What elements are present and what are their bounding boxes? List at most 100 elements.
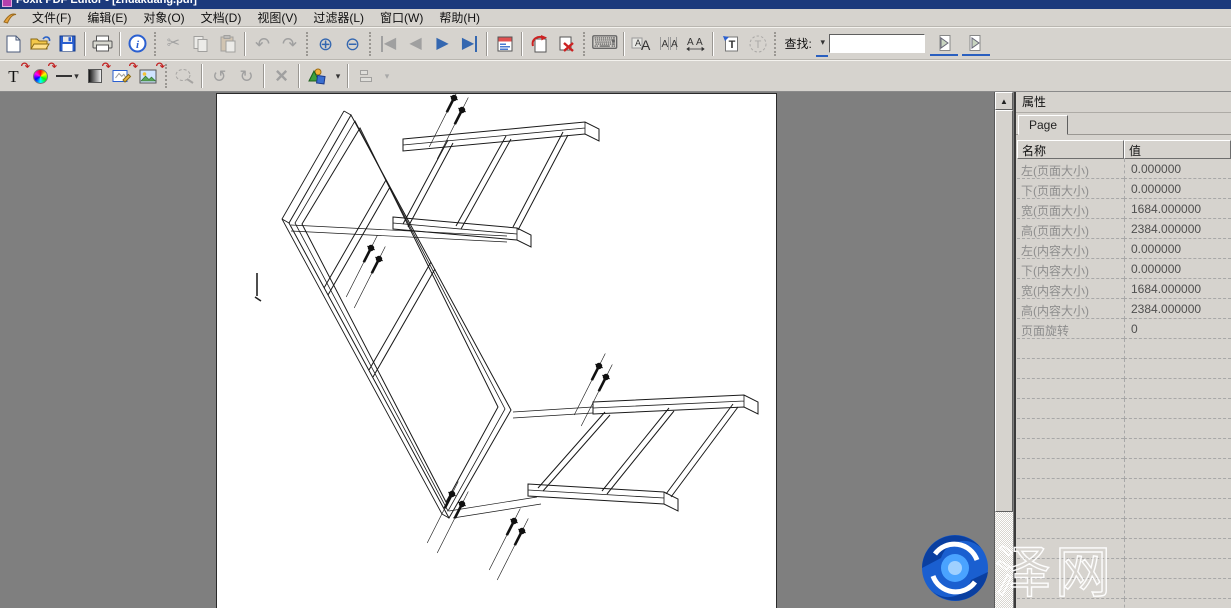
toolbar-separator bbox=[201, 64, 203, 88]
transform-tool-button[interactable] bbox=[172, 63, 197, 89]
tab-page[interactable]: Page bbox=[1018, 115, 1068, 135]
red-arrow-icon: ↷ bbox=[156, 60, 165, 73]
scrollbar-thumb[interactable] bbox=[995, 110, 1013, 512]
shapes-icon bbox=[307, 67, 327, 85]
edit-image-tool-button[interactable]: ↷ bbox=[109, 63, 134, 89]
shapes-dropdown-button[interactable]: ▾ bbox=[331, 63, 343, 89]
color-tool-button[interactable]: ↷ bbox=[28, 63, 53, 89]
next-page-button[interactable]: ▶ bbox=[430, 31, 455, 57]
menu-object[interactable]: 对象(O) bbox=[135, 8, 192, 27]
svg-text:T: T bbox=[755, 39, 762, 51]
property-row[interactable]: 页面旋转0 bbox=[1017, 319, 1231, 339]
scroll-up-button[interactable]: ▲ bbox=[995, 92, 1013, 110]
save-button[interactable] bbox=[55, 31, 80, 57]
font-pair-button[interactable]: AA bbox=[656, 31, 681, 57]
menu-document[interactable]: 文档(D) bbox=[193, 8, 250, 27]
delete-page-button[interactable] bbox=[554, 31, 579, 57]
color-wheel-icon bbox=[33, 69, 48, 84]
property-row[interactable]: 下(内容大小)0.000000 bbox=[1017, 259, 1231, 279]
menu-window[interactable]: 窗口(W) bbox=[372, 8, 431, 27]
panel-title: 属性 bbox=[1016, 92, 1231, 113]
window-icon bbox=[2, 0, 12, 7]
property-row[interactable]: 下(页面大小)0.000000 bbox=[1017, 179, 1231, 199]
paste-button[interactable] bbox=[215, 31, 240, 57]
column-header-name[interactable]: 名称 bbox=[1017, 140, 1124, 159]
find-previous-button[interactable] bbox=[930, 32, 958, 56]
toolbar-grip[interactable] bbox=[154, 32, 157, 56]
pdf-page[interactable] bbox=[216, 93, 777, 608]
zoom-out-icon: ⊖ bbox=[345, 35, 360, 53]
toolbar-grip[interactable] bbox=[165, 64, 168, 88]
menu-filter[interactable]: 过滤器(L) bbox=[305, 8, 372, 27]
dropdown-icon: ▾ bbox=[336, 71, 341, 82]
menu-view[interactable]: 视图(V) bbox=[249, 8, 305, 27]
toolbar-objects: T ↷ ↷ ▾ ↷ ↷ ↷ ↺ ↻ × bbox=[0, 60, 1231, 92]
redo-button[interactable]: ↷ bbox=[277, 31, 302, 57]
toolbar-grip[interactable] bbox=[306, 32, 309, 56]
property-row[interactable]: 高(页面大小)2384.000000 bbox=[1017, 219, 1231, 239]
vertical-scrollbar[interactable]: ▲ bbox=[994, 92, 1013, 608]
shapes-tool-button[interactable] bbox=[304, 63, 329, 89]
align-dropdown-button[interactable]: ▾ bbox=[380, 63, 392, 89]
find-dropdown-button[interactable]: ▾ bbox=[816, 31, 828, 57]
align-tool-button[interactable] bbox=[353, 63, 378, 89]
line-tool-button[interactable]: ▾ bbox=[55, 63, 80, 89]
prev-page-button[interactable]: ◀ bbox=[403, 31, 428, 57]
copy-button[interactable] bbox=[188, 31, 213, 57]
page-layout-button[interactable] bbox=[492, 31, 517, 57]
open-button[interactable] bbox=[28, 31, 53, 57]
property-row[interactable]: 高(内容大小)2384.000000 bbox=[1017, 299, 1231, 319]
image-tool-button[interactable]: ↷ bbox=[136, 63, 161, 89]
new-button[interactable] bbox=[1, 31, 26, 57]
property-row-empty bbox=[1017, 499, 1231, 519]
property-row[interactable]: 宽(页面大小)1684.000000 bbox=[1017, 199, 1231, 219]
menu-bar: 文件(F) 编辑(E) 对象(O) 文档(D) 视图(V) 过滤器(L) 窗口(… bbox=[0, 9, 1231, 27]
cut-button[interactable]: ✂ bbox=[161, 31, 186, 57]
column-header-value[interactable]: 值 bbox=[1124, 140, 1231, 159]
add-text-button[interactable]: T bbox=[718, 31, 743, 57]
document-menu-icon[interactable] bbox=[2, 11, 18, 25]
rotate-left-object-button[interactable]: ↺ bbox=[207, 63, 232, 89]
find-input[interactable] bbox=[829, 34, 925, 53]
shading-tool-button[interactable]: ↷ bbox=[82, 63, 107, 89]
zoom-out-button[interactable]: ⊖ bbox=[340, 31, 365, 57]
document-info-button[interactable]: i bbox=[125, 31, 150, 57]
delete-object-button[interactable]: × bbox=[269, 63, 294, 89]
property-row-empty bbox=[1017, 419, 1231, 439]
property-row[interactable]: 宽(内容大小)1684.000000 bbox=[1017, 279, 1231, 299]
keyboard-icon: ⌨ bbox=[591, 34, 618, 53]
text-tool-button[interactable]: T ↷ bbox=[1, 63, 26, 89]
menu-help[interactable]: 帮助(H) bbox=[431, 8, 488, 27]
svg-text:A: A bbox=[687, 37, 694, 48]
property-row-empty bbox=[1017, 399, 1231, 419]
toolbar-grip[interactable] bbox=[774, 32, 777, 56]
rotate-page-button[interactable] bbox=[527, 31, 552, 57]
print-icon bbox=[92, 35, 113, 52]
last-page-button[interactable]: ▶ bbox=[457, 31, 482, 57]
toolbar-separator bbox=[347, 64, 349, 88]
menu-edit[interactable]: 编辑(E) bbox=[79, 8, 135, 27]
keyboard-button[interactable]: ⌨ bbox=[590, 31, 619, 57]
toolbar-grip[interactable] bbox=[369, 32, 372, 56]
property-row-empty bbox=[1017, 599, 1231, 608]
undo-button[interactable]: ↶ bbox=[250, 31, 275, 57]
delete-object-icon: × bbox=[275, 65, 288, 87]
toolbar-grip[interactable] bbox=[583, 32, 586, 56]
toolbar-separator bbox=[84, 32, 86, 56]
svg-text:A: A bbox=[662, 39, 669, 50]
find-next-button[interactable] bbox=[962, 32, 990, 56]
menu-file[interactable]: 文件(F) bbox=[24, 8, 79, 27]
property-row-empty bbox=[1017, 339, 1231, 359]
rotate-right-object-button[interactable]: ↻ bbox=[234, 63, 259, 89]
first-page-button[interactable]: ◀ bbox=[376, 31, 401, 57]
print-button[interactable] bbox=[90, 31, 115, 57]
font-size-button[interactable]: AA bbox=[629, 31, 654, 57]
property-row[interactable]: 左(内容大小)0.000000 bbox=[1017, 239, 1231, 259]
property-row-empty bbox=[1017, 539, 1231, 559]
font-spacing-button[interactable]: AA bbox=[683, 31, 708, 57]
line-icon bbox=[56, 75, 72, 77]
zoom-in-button[interactable]: ⊕ bbox=[313, 31, 338, 57]
font-size-icon: AA bbox=[631, 35, 652, 52]
property-row[interactable]: 左(页面大小)0.000000 bbox=[1017, 159, 1231, 179]
circle-text-button[interactable]: T bbox=[745, 31, 770, 57]
